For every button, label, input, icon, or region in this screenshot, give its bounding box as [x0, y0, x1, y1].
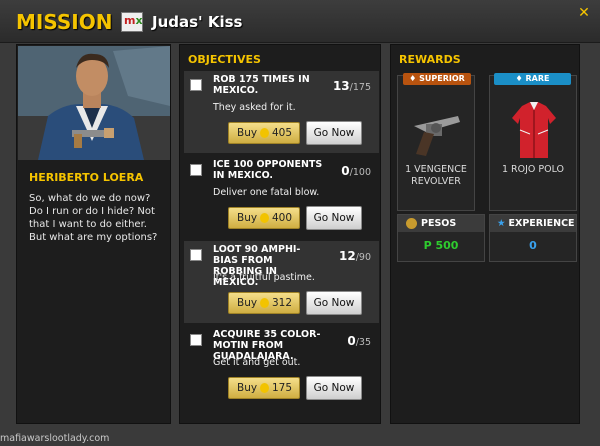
objective-description: Deliver one fatal blow. — [213, 187, 320, 198]
reward-item: 1 VENGENCE REVOLVER — [397, 75, 475, 211]
objective-progress: 13/175 — [332, 79, 371, 93]
red-jacket-icon — [512, 102, 556, 158]
go-now-button[interactable]: Go Now — [306, 291, 362, 315]
buy-button[interactable]: Buy 400 — [228, 207, 300, 229]
reward-name-line2: REVOLVER — [411, 176, 461, 187]
star-icon: ★ — [497, 218, 506, 229]
coin-icon — [260, 383, 269, 393]
objective-checkbox[interactable] — [190, 164, 202, 176]
objectives-panel: OBJECTIVES ROB 175 TIMES IN MEXICO. 13/1… — [179, 44, 381, 424]
objective-title: ICE 100 OPPONENTS IN MEXICO. — [213, 159, 323, 181]
buy-button[interactable]: Buy 175 — [228, 377, 300, 399]
objective-checkbox[interactable] — [190, 79, 202, 91]
objective-description: Get it and get out. — [213, 357, 301, 368]
go-now-button[interactable]: Go Now — [306, 376, 362, 400]
coin-icon — [260, 213, 269, 223]
character-dialogue: So, what do we do now? Do I run or do I … — [29, 193, 158, 243]
mission-window: MISSION : mx Judas' Kiss ✕ HERIBERTO LOE… — [0, 0, 600, 446]
objective-checkbox[interactable] — [190, 249, 202, 261]
go-now-button[interactable]: Go Now — [306, 206, 362, 230]
mission-title: Judas' Kiss — [152, 13, 243, 31]
objective-progress: 0/35 — [347, 334, 371, 348]
character-panel: HERIBERTO LOERA So, what do we do now? D… — [16, 44, 171, 424]
objective-description: It's a fruitful pastime. — [213, 272, 315, 283]
objective-item: ACQUIRE 35 COLOR-MOTIN FROM GUADALAJARA.… — [184, 326, 379, 408]
buy-button[interactable]: Buy 405 — [228, 122, 300, 144]
reward-item: 1 ROJO POLO — [489, 75, 577, 211]
objectives-title: OBJECTIVES — [188, 53, 261, 66]
character-portrait — [18, 46, 170, 160]
mexico-logo-icon: mx — [121, 12, 143, 32]
revolver-icon — [414, 116, 460, 156]
buy-button[interactable]: Buy 312 — [228, 292, 300, 314]
objective-item: ROB 175 TIMES IN MEXICO. 13/175 They ask… — [184, 71, 379, 153]
objective-item: LOOT 90 AMPHI-BIAS FROM ROBBING IN MEXIC… — [184, 241, 379, 323]
reward-name: 1 ROJO POLO — [501, 164, 565, 175]
rewards-panel: REWARDS 1 VENGENCE REVOLVER ♦ SUPERIOR 1… — [390, 44, 580, 424]
coin-icon — [260, 298, 269, 308]
mission-header: MISSION : mx Judas' Kiss ✕ — [0, 0, 600, 43]
pesos-label: PESOS — [421, 218, 457, 229]
rewards-title: REWARDS — [399, 53, 461, 66]
objective-description: They asked for it. — [213, 102, 296, 113]
objective-title: ROB 175 TIMES IN MEXICO. — [213, 74, 310, 96]
reward-name: 1 VENGENCE — [405, 164, 467, 175]
mission-label: MISSION : — [16, 10, 128, 34]
experience-value: 0 — [529, 239, 537, 252]
pesos-icon — [406, 218, 417, 229]
objective-progress: 12/90 — [339, 249, 371, 263]
pesos-value: P 500 — [423, 239, 459, 252]
superior-badge: ♦ SUPERIOR — [403, 73, 471, 85]
character-name: HERIBERTO LOERA — [29, 171, 144, 184]
objective-checkbox[interactable] — [190, 334, 202, 346]
watermark: mafiawarslootlady.com — [0, 433, 110, 444]
objective-item: ICE 100 OPPONENTS IN MEXICO. 0/100 Deliv… — [184, 156, 379, 238]
pesos-box: PESOS P 500 — [397, 214, 485, 262]
rare-badge: ♦ RARE — [494, 73, 571, 85]
coin-icon — [260, 128, 269, 138]
go-now-button[interactable]: Go Now — [306, 121, 362, 145]
experience-label: EXPERIENCE — [508, 218, 575, 229]
objective-progress: 0/100 — [341, 164, 371, 178]
experience-box: ★ EXPERIENCE 0 — [489, 214, 577, 262]
close-button[interactable]: ✕ — [577, 6, 591, 20]
